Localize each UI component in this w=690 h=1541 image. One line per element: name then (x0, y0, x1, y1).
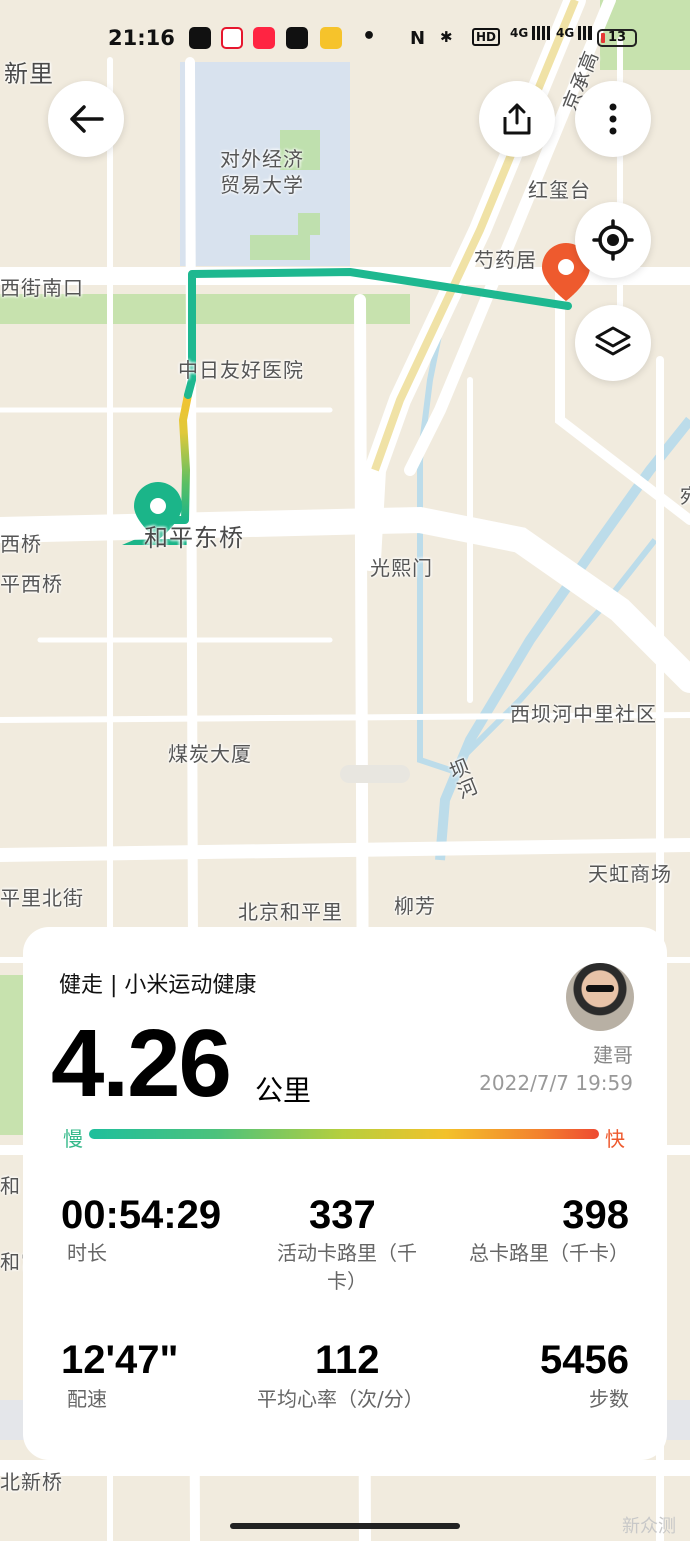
xiaohongshu-icon (253, 27, 275, 49)
map-label-tianhong: 天虹商场 (588, 862, 672, 886)
map-label-xijienankou: 西街南口 (0, 276, 84, 300)
status-bar: 21:16 • N ✱ HD 4G 4G 13 (0, 24, 690, 56)
stat-duration-label: 时长 (67, 1241, 107, 1265)
home-indicator[interactable] (230, 1523, 460, 1529)
signal-2-icon: 4G (556, 26, 593, 40)
stat-heart-rate-value: 112 (315, 1338, 380, 1382)
stat-steps-label: 步数 (589, 1387, 629, 1411)
nfc-icon: N (410, 28, 426, 49)
map-label-guangximen: 光熙门 (370, 556, 433, 580)
map-label-pinglibeijie: 平里北街 (0, 886, 84, 910)
stat-pace-label: 配速 (67, 1387, 107, 1411)
watermark: 新众测 (622, 1516, 676, 1537)
share-icon (503, 103, 531, 135)
battery-icon: 13 (597, 29, 637, 47)
map-label-meitan: 煤炭大厦 (168, 742, 252, 766)
map-label-zhongri: 中日友好医院 (178, 358, 304, 382)
map-label-xinli: 新里 (4, 60, 54, 88)
locate-icon (592, 219, 634, 261)
workout-title: 健走 | 小米运动健康 (59, 973, 257, 998)
map-label-shaoyaoju: 芍药居 (474, 248, 537, 272)
stat-steps-value: 5456 (540, 1338, 629, 1382)
layers-icon (595, 326, 631, 356)
user-name: 建哥 (593, 1043, 633, 1067)
avatar[interactable] (566, 963, 634, 1031)
workout-datetime: 2022/7/7 19:59 (479, 1071, 633, 1095)
stat-heart-rate-label: 平均心率（次/分） (257, 1387, 424, 1411)
notify-icon (320, 27, 342, 49)
map-label-liufang: 柳芳 (394, 894, 436, 918)
map-label-pingxiqiao: 平西桥 (0, 572, 63, 596)
distance-value: 4.26 (51, 1010, 232, 1117)
signal-1-icon: 4G (510, 26, 551, 40)
arrow-left-icon (70, 105, 104, 133)
bluetooth-icon: ✱ (440, 28, 453, 46)
status-app-icon (189, 27, 211, 49)
stat-total-calories-value: 398 (562, 1193, 629, 1237)
stat-active-calories-label: 活动卡路里（千卡） (277, 1241, 417, 1293)
pace-legend-fast: 快 (605, 1127, 625, 1151)
distance-unit: 公里 (255, 1074, 312, 1107)
more-vertical-icon (609, 103, 617, 135)
back-button[interactable] (48, 81, 124, 157)
more-button[interactable] (575, 81, 651, 157)
map-label-hepingli: 北京和平里 (238, 900, 343, 924)
battery-level: 13 (607, 30, 627, 45)
map-label-university: 对外经济 贸易大学 (220, 147, 304, 197)
map-label-xiqiao: 西桥 (0, 532, 42, 556)
map-label-yuan: 宛 (680, 480, 690, 509)
map-label-beixin: 北新桥 (0, 1470, 63, 1494)
pace-legend-slow: 慢 (63, 1127, 83, 1151)
layers-button[interactable] (575, 305, 651, 381)
stat-duration-value: 00:54:29 (61, 1193, 222, 1237)
map-label-he: 和 (0, 1174, 21, 1198)
stat-total-calories-label: 总卡路里（千卡） (469, 1241, 629, 1265)
stat-pace-value: 12'47" (61, 1338, 179, 1382)
map-label-hepingdongqiao: 和平东桥 (144, 524, 244, 552)
workout-summary-card: 健走 | 小米运动健康 4.26 公里 建哥 2022/7/7 19:59 慢 … (23, 927, 667, 1460)
hd-icon: HD (472, 28, 501, 46)
locate-button[interactable] (575, 202, 651, 278)
status-time: 21:16 (108, 26, 175, 50)
map-label-xibahe: 西坝河中里社区 (510, 702, 657, 726)
avatar-glasses (586, 985, 614, 992)
pace-gradient-bar (89, 1129, 599, 1139)
share-button[interactable] (479, 81, 555, 157)
weibo-icon (221, 27, 243, 49)
stat-active-calories-value: 337 (309, 1193, 376, 1237)
map-label-hongxitai: 红玺台 (528, 178, 591, 202)
douyin-icon (286, 27, 308, 49)
dot-icon: • (362, 24, 377, 49)
